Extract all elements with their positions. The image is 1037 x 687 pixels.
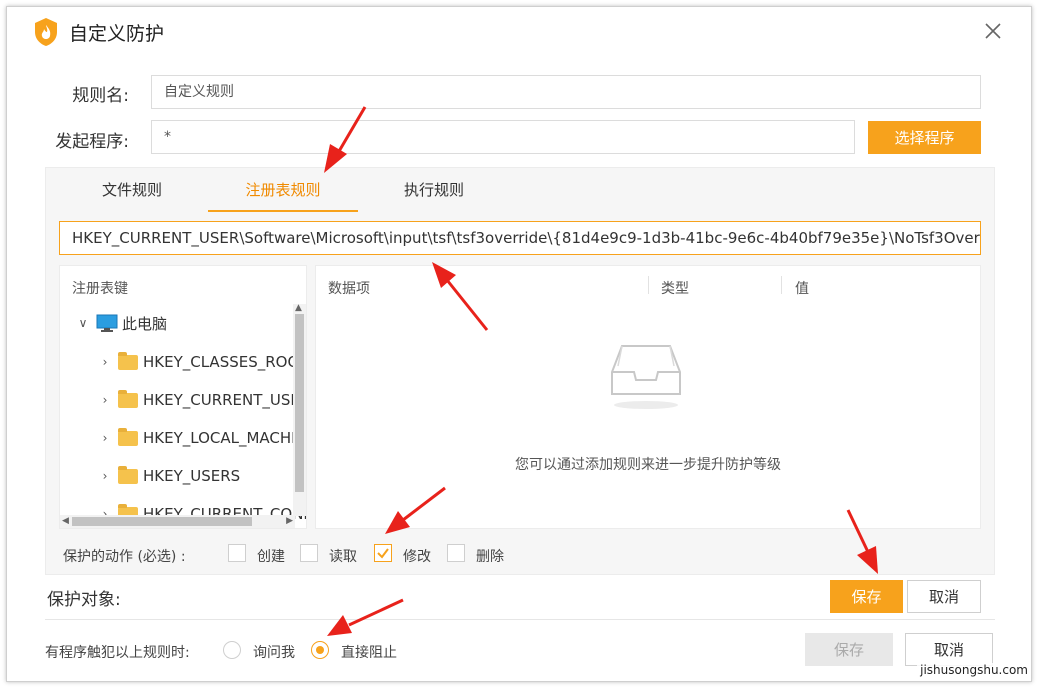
- rule-save-button[interactable]: 保存: [830, 580, 903, 613]
- watermark: jishusongshu.com: [917, 663, 1031, 677]
- registry-values-list: 数据项 类型 值 您可以通过添加规则来进一步提升防护等级: [315, 265, 981, 529]
- chevron-right-icon[interactable]: ›: [98, 469, 112, 483]
- column-header-value[interactable]: 值: [795, 278, 809, 298]
- tree-item-label: HKEY_LOCAL_MACHINE: [143, 429, 307, 447]
- checkmark-icon: [377, 548, 389, 559]
- column-header-data-item[interactable]: 数据项: [328, 278, 370, 298]
- read-label: 读取: [329, 549, 357, 565]
- tree-item-hkcr[interactable]: › HKEY_CLASSES_ROOT: [98, 350, 307, 374]
- tree-item-label: HKEY_USERS: [143, 467, 241, 485]
- rule-name-input[interactable]: 自定义规则: [151, 75, 981, 109]
- tree-item-label: HKEY_CLASSES_ROOT: [143, 353, 307, 371]
- rule-cancel-button[interactable]: 取消: [907, 580, 981, 613]
- tree-item-hkcu[interactable]: › HKEY_CURRENT_USER: [98, 388, 307, 412]
- program-input[interactable]: *: [151, 120, 855, 154]
- tab-execution-rules[interactable]: 执行规则: [368, 168, 500, 212]
- violation-label: 有程序触犯以上规则时:: [45, 645, 190, 661]
- column-separator: [781, 276, 782, 294]
- chevron-down-icon[interactable]: ∨: [76, 316, 90, 330]
- select-program-button[interactable]: 选择程序: [868, 121, 981, 154]
- empty-state-text: 您可以通过添加规则来进一步提升防护等级: [515, 457, 781, 473]
- title-bar: 自定义防护: [7, 7, 1031, 59]
- protected-actions: 保护的动作 (必选) : 创建 读取 修改 删除: [59, 544, 979, 568]
- block-directly-label: 直接阻止: [341, 645, 397, 661]
- tree-item-hklm[interactable]: › HKEY_LOCAL_MACHINE: [98, 426, 307, 450]
- actions-label: 保护的动作 (必选) :: [63, 549, 186, 565]
- tab-registry-rules[interactable]: 注册表规则: [208, 168, 358, 212]
- window-title: 自定义防护: [69, 23, 165, 45]
- column-separator: [648, 276, 649, 294]
- tree-header: 注册表键: [72, 281, 128, 297]
- rule-name-label: 规则名:: [72, 86, 129, 106]
- tree-item-this-pc[interactable]: ∨ 此电脑: [76, 311, 167, 335]
- delete-checkbox[interactable]: [447, 544, 465, 562]
- chevron-right-icon[interactable]: ›: [98, 355, 112, 369]
- delete-label: 删除: [476, 549, 504, 565]
- registry-path-input[interactable]: HKEY_CURRENT_USER\Software\Microsoft\inp…: [59, 221, 981, 255]
- folder-icon: [118, 427, 138, 446]
- block-directly-radio[interactable]: [311, 641, 329, 659]
- rules-panel: 文件规则 注册表规则 执行规则 HKEY_CURRENT_USER\Softwa…: [45, 167, 995, 575]
- horizontal-scroll-thumb[interactable]: [72, 517, 252, 526]
- close-icon[interactable]: [981, 19, 1005, 43]
- chevron-right-icon[interactable]: ›: [98, 393, 112, 407]
- tab-file-rules[interactable]: 文件规则: [66, 168, 198, 212]
- protected-object-label: 保护对象:: [47, 590, 121, 610]
- tree-vertical-scrollbar[interactable]: ▲: [293, 303, 306, 516]
- scroll-right-icon[interactable]: ▶: [286, 516, 293, 526]
- dialog-cancel-button[interactable]: 取消: [905, 633, 993, 666]
- modify-checkbox[interactable]: [374, 544, 392, 562]
- create-label: 创建: [257, 549, 285, 565]
- tree-horizontal-scrollbar[interactable]: ◀ ▶: [60, 515, 295, 528]
- computer-icon: [96, 314, 118, 332]
- folder-icon: [118, 351, 138, 370]
- dialog-save-button[interactable]: 保存: [805, 633, 893, 666]
- ask-me-label: 询问我: [253, 645, 295, 661]
- divider: [45, 619, 995, 620]
- tree-item-label: HKEY_CURRENT_USER: [143, 391, 307, 409]
- scroll-up-icon[interactable]: ▲: [295, 303, 302, 313]
- custom-protection-dialog: 自定义防护 规则名: 自定义规则 发起程序: * 选择程序 文件规则 注册表规则…: [6, 6, 1032, 682]
- ask-me-radio[interactable]: [223, 641, 241, 659]
- registry-tree: 注册表键 ∨ 此电脑 › HKEY_CLASSES_ROOT › HKEY_CU…: [59, 265, 307, 529]
- folder-icon: [118, 465, 138, 484]
- tree-item-label: 此电脑: [122, 314, 168, 333]
- tree-item-hku[interactable]: › HKEY_USERS: [98, 464, 240, 488]
- chevron-right-icon[interactable]: ›: [98, 431, 112, 445]
- app-shield-flame-icon: [35, 18, 57, 46]
- create-checkbox[interactable]: [228, 544, 246, 562]
- program-label: 发起程序:: [55, 132, 129, 152]
- column-header-type[interactable]: 类型: [661, 278, 689, 298]
- empty-inbox-icon: [611, 345, 681, 409]
- modify-label: 修改: [403, 549, 431, 565]
- read-checkbox[interactable]: [300, 544, 318, 562]
- folder-icon: [118, 389, 138, 408]
- scroll-left-icon[interactable]: ◀: [62, 516, 69, 526]
- vertical-scroll-thumb[interactable]: [295, 314, 304, 492]
